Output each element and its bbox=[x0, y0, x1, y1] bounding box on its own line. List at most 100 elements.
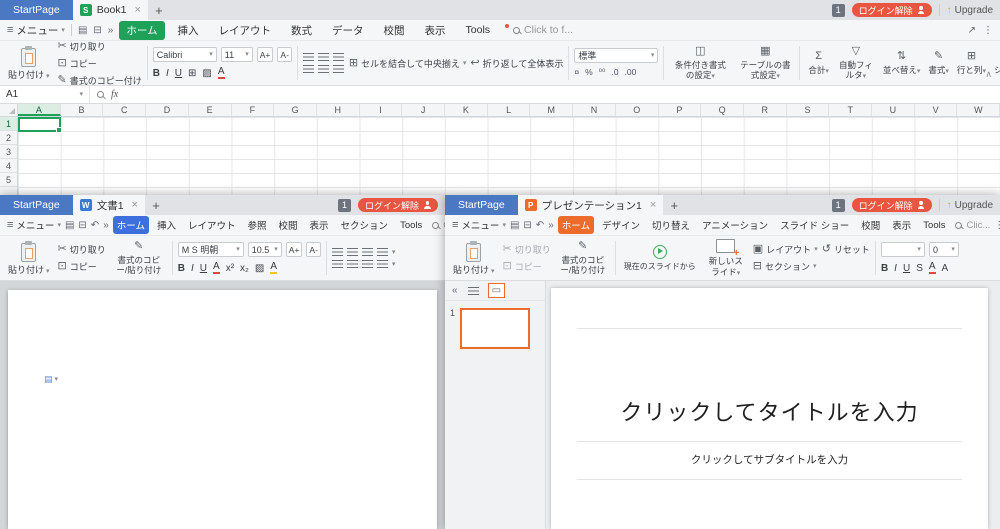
text-effect-button[interactable]: A bbox=[942, 263, 949, 274]
tab-home[interactable]: ホーム bbox=[113, 216, 149, 234]
selected-cell-a1[interactable] bbox=[18, 117, 61, 132]
menu-tab[interactable]: 校閲 bbox=[857, 216, 884, 234]
outline-view-icon[interactable] bbox=[465, 286, 482, 296]
number-format-select[interactable]: 標準▾ bbox=[574, 48, 658, 63]
text-effect-button[interactable]: x₂ bbox=[240, 263, 249, 274]
column-header[interactable]: D bbox=[146, 104, 189, 116]
text-effect-button[interactable]: A bbox=[218, 66, 225, 79]
ribbon-tool-button[interactable]: ⇅ 並べ替え▾ bbox=[880, 44, 924, 82]
reset-button[interactable]: ↺リセット bbox=[822, 243, 870, 256]
document-count-badge[interactable]: 1 bbox=[338, 199, 351, 212]
new-tab-button[interactable]: + bbox=[663, 195, 685, 215]
text-effect-button[interactable]: A bbox=[270, 261, 277, 274]
column-header[interactable]: H bbox=[317, 104, 360, 116]
format-painter-button[interactable]: ✎ 書式のコピー/貼り付け bbox=[556, 239, 610, 277]
paste-button[interactable]: 貼り付け▾ bbox=[5, 239, 53, 277]
text-effect-button[interactable]: ⊞ bbox=[188, 68, 196, 79]
wrap-text-button[interactable]: ↩折り返して全体表示 bbox=[470, 57, 563, 70]
save-icon[interactable]: ▤ bbox=[510, 220, 519, 231]
cut-button[interactable]: ✂切り取り bbox=[58, 243, 106, 256]
close-tab-icon[interactable]: × bbox=[134, 4, 140, 16]
justify-icon[interactable] bbox=[377, 260, 388, 268]
text-effect-button[interactable]: B bbox=[153, 68, 160, 79]
menu-button[interactable]: ≡メニュー▾ bbox=[7, 23, 65, 38]
font-size-select[interactable]: 10.5▾ bbox=[248, 242, 282, 257]
ribbon-tool-button[interactable]: Σ 合計▾ bbox=[805, 44, 832, 82]
font-family-select[interactable]: Calibri▾ bbox=[153, 47, 217, 62]
row-header[interactable]: 3 bbox=[0, 145, 17, 159]
text-effect-button[interactable]: I bbox=[191, 263, 194, 274]
print-icon[interactable]: ⊟ bbox=[523, 220, 531, 231]
column-header[interactable]: C bbox=[103, 104, 146, 116]
tab-document1[interactable]: W 文書1 × bbox=[73, 195, 145, 215]
menu-tab[interactable]: 参照 bbox=[244, 216, 271, 234]
tab-presentation1[interactable]: P プレゼンテーション1 × bbox=[518, 195, 664, 215]
menu-tab[interactable]: 表示 bbox=[418, 21, 453, 40]
column-header[interactable]: N bbox=[573, 104, 616, 116]
increase-font-button[interactable]: A+ bbox=[286, 242, 303, 257]
row-header[interactable]: 5 bbox=[0, 173, 17, 187]
print-icon[interactable]: ⊟ bbox=[93, 25, 101, 36]
new-slide-button[interactable]: 新しいスライド▾ bbox=[704, 239, 748, 277]
number-style-icon[interactable]: ⁰⁰ bbox=[599, 67, 606, 78]
ribbon-tool-button[interactable]: ▽ 自動フィルタ▾ bbox=[834, 44, 878, 82]
outdent-icon[interactable] bbox=[377, 248, 388, 256]
column-header[interactable]: S bbox=[787, 104, 830, 116]
align-center-icon[interactable] bbox=[318, 65, 329, 73]
overflow-icon[interactable]: ⋮ bbox=[994, 220, 1000, 231]
menu-tab[interactable]: Tools bbox=[459, 22, 498, 38]
close-tab-icon[interactable]: × bbox=[132, 199, 138, 211]
undo-icon[interactable]: ↶ bbox=[91, 220, 99, 231]
slide-thumbnail-item[interactable]: 1 bbox=[445, 301, 545, 356]
new-tab-button[interactable]: + bbox=[145, 195, 167, 215]
column-header[interactable]: Q bbox=[701, 104, 744, 116]
more-commands-icon[interactable]: » bbox=[103, 220, 109, 231]
upgrade-button[interactable]: ↑Upgrade bbox=[947, 5, 993, 16]
decrease-font-button[interactable]: A- bbox=[277, 47, 292, 62]
search-box[interactable]: Cli... bbox=[432, 220, 445, 231]
row-header[interactable]: 1 bbox=[0, 117, 17, 131]
menu-tab[interactable]: レイアウト bbox=[212, 21, 279, 40]
number-style-icon[interactable]: .00 bbox=[625, 67, 637, 78]
align-right-icon[interactable] bbox=[333, 65, 344, 73]
slide-subtitle-placeholder[interactable]: クリックしてサブタイトルを入力 bbox=[577, 441, 962, 480]
row-header[interactable]: 2 bbox=[0, 131, 17, 145]
slide-title-placeholder[interactable]: クリックしてタイトルを入力 bbox=[577, 328, 962, 441]
tab-startpage[interactable]: StartPage bbox=[0, 0, 73, 20]
column-header[interactable]: E bbox=[189, 104, 232, 116]
number-style-icon[interactable]: .0 bbox=[611, 67, 618, 78]
more-commands-icon[interactable]: » bbox=[108, 25, 114, 36]
slide-canvas[interactable]: クリックしてタイトルを入力 クリックしてサブタイトルを入力 bbox=[551, 288, 988, 529]
menu-tab[interactable]: 挿入 bbox=[171, 21, 206, 40]
column-header[interactable]: P bbox=[659, 104, 702, 116]
column-header[interactable]: V bbox=[915, 104, 958, 116]
menu-tab[interactable]: セクション bbox=[337, 216, 393, 234]
logout-button[interactable]: ログイン解除 bbox=[852, 3, 932, 17]
menu-tab[interactable]: Tools bbox=[919, 218, 949, 233]
merge-cells-button[interactable]: ⊞セルを結合して中央揃え▾ bbox=[349, 57, 466, 70]
column-header[interactable]: M bbox=[530, 104, 573, 116]
search-box[interactable]: Clic... bbox=[955, 220, 990, 231]
table-format-button[interactable]: ▦ テーブルの書式設定▾ bbox=[736, 44, 794, 82]
menu-tab[interactable]: 表示 bbox=[306, 216, 333, 234]
upgrade-button[interactable]: ↑Upgrade bbox=[947, 200, 993, 211]
ribbon-tool-button[interactable]: ✎ 書式▾ bbox=[925, 44, 952, 82]
text-effect-button[interactable]: U bbox=[903, 263, 910, 274]
text-effect-button[interactable]: I bbox=[166, 68, 169, 79]
copy-button[interactable]: ⊡コピー bbox=[503, 260, 551, 273]
collapse-ribbon-icon[interactable]: ∧ bbox=[985, 69, 995, 82]
document-page[interactable]: ▤▾ bbox=[8, 290, 437, 529]
conditional-format-button[interactable]: ◫ 条件付き書式の設定▾ bbox=[669, 44, 731, 82]
format-painter-button[interactable]: ✎ 書式のコピー/貼り付け bbox=[111, 239, 167, 277]
column-header[interactable]: O bbox=[616, 104, 659, 116]
column-header[interactable]: L bbox=[488, 104, 531, 116]
play-from-current-button[interactable]: 現在のスライドから bbox=[621, 239, 699, 277]
copy-button[interactable]: ⊡コピー bbox=[58, 57, 142, 70]
font-size-select[interactable]: 0▾ bbox=[929, 242, 959, 257]
slide-thumbnail[interactable] bbox=[460, 308, 530, 349]
column-header[interactable]: B bbox=[61, 104, 104, 116]
search-box[interactable]: Click to f... bbox=[505, 24, 573, 36]
document-count-badge[interactable]: 1 bbox=[832, 4, 845, 17]
collapse-panel-icon[interactable]: « bbox=[452, 285, 458, 296]
column-header[interactable]: T bbox=[829, 104, 872, 116]
